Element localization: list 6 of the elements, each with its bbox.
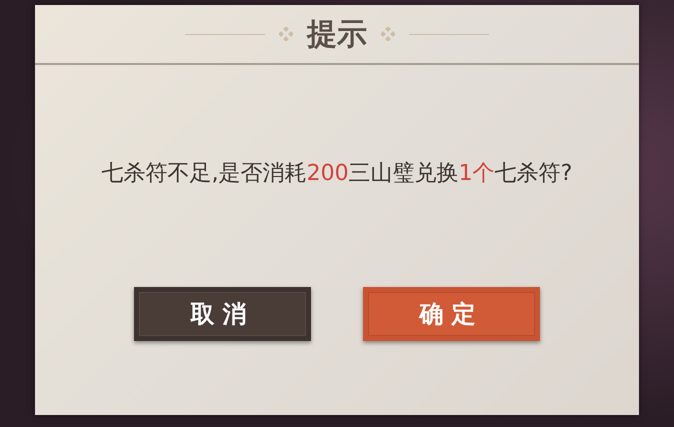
- cancel-button[interactable]: 取消: [134, 287, 311, 341]
- diamond-ornament-icon: [279, 27, 293, 41]
- dialog-message: 七杀符不足,是否消耗200三山璧兑换1个七杀符?: [100, 160, 574, 188]
- confirm-button[interactable]: 确定: [363, 287, 540, 341]
- dialog-title: 提示: [307, 16, 367, 54]
- diamond-ornament-icon: [381, 27, 395, 41]
